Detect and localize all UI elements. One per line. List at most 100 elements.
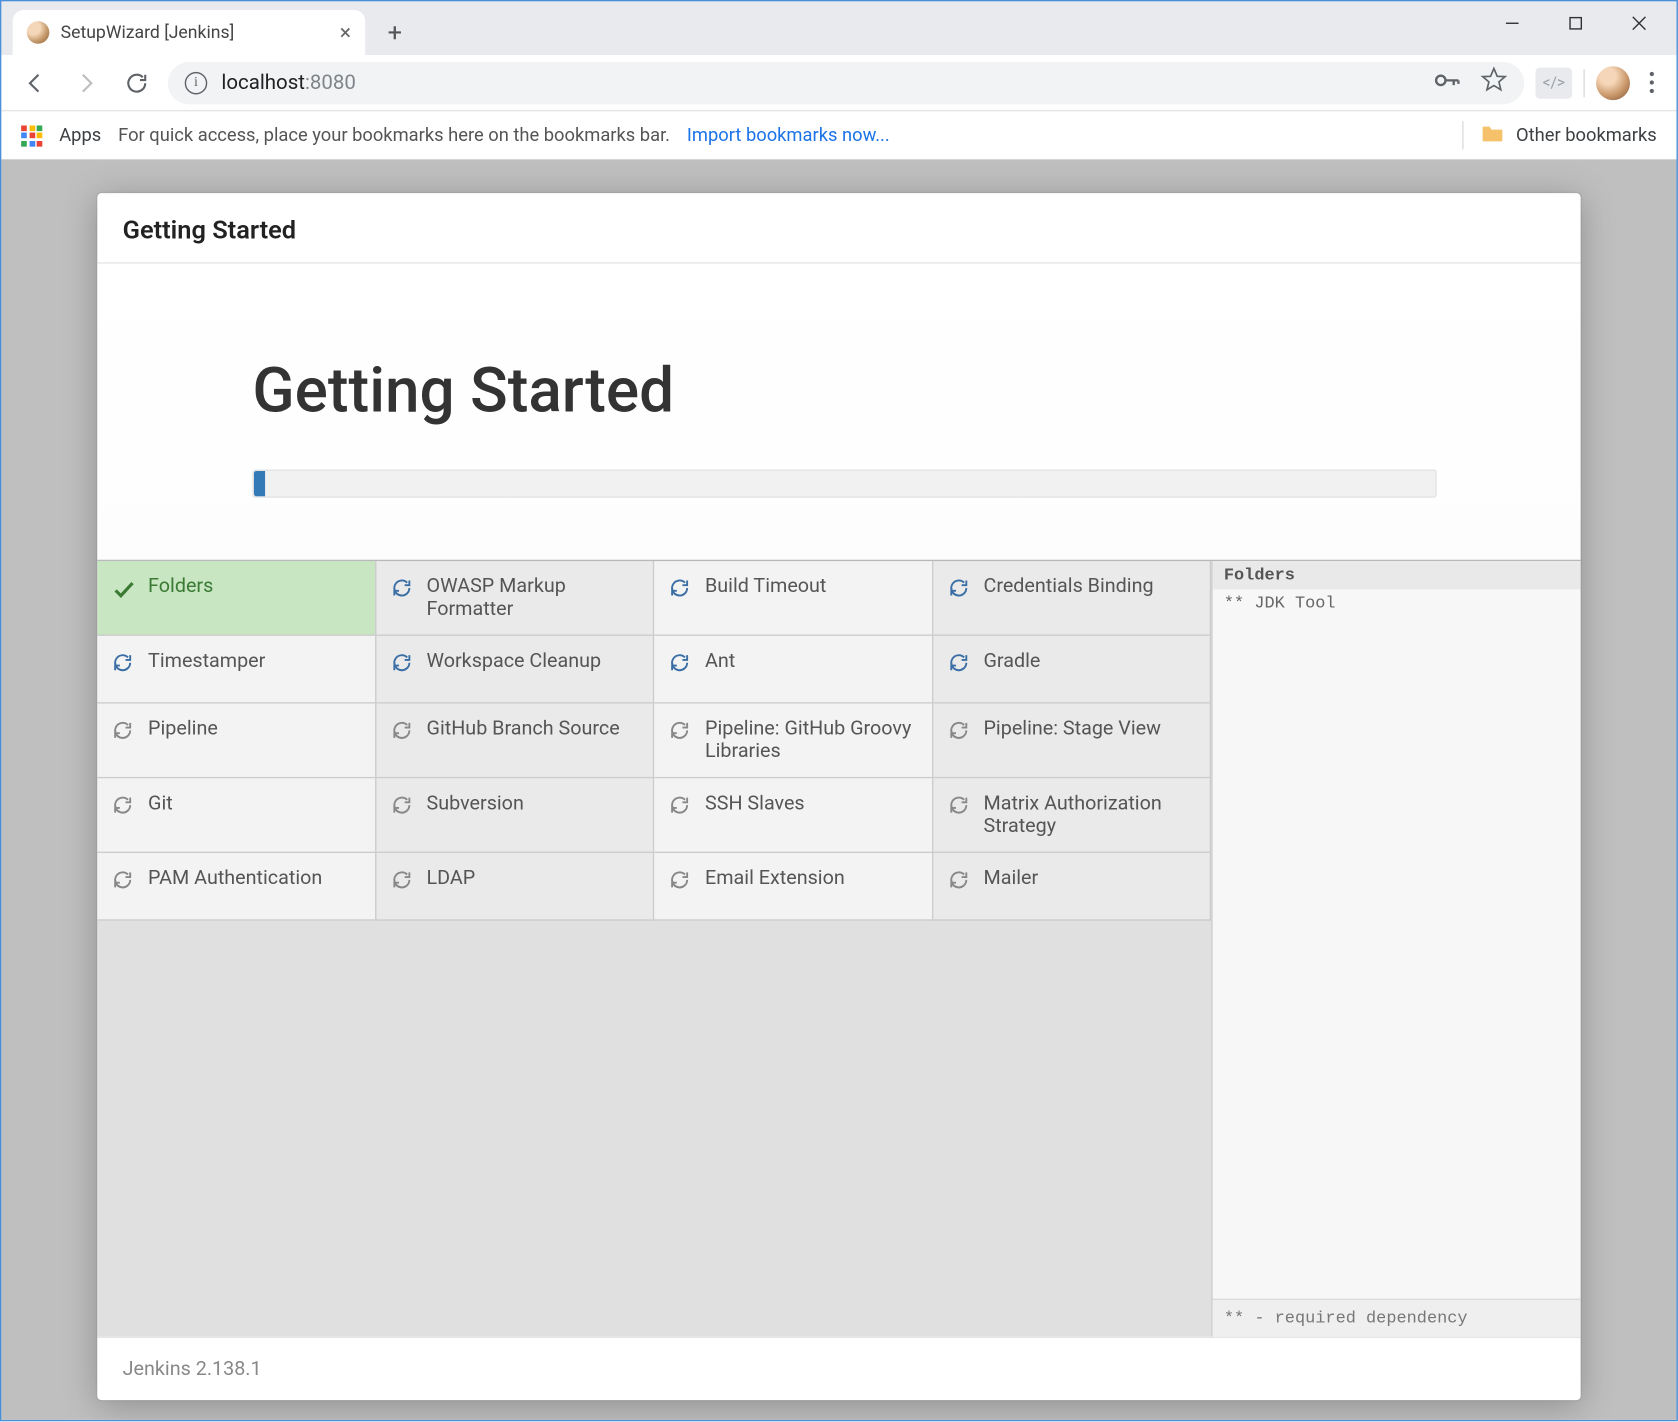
plugin-cell: Pipeline: GitHub Groovy Libraries	[654, 704, 932, 779]
log-footer: ** - required dependency	[1213, 1299, 1581, 1337]
refresh-icon	[390, 577, 415, 602]
plugin-name: Folders	[148, 575, 213, 598]
url-port: :8080	[305, 71, 356, 95]
refresh-icon	[111, 651, 136, 676]
plugin-cell: Workspace Cleanup	[376, 636, 654, 704]
wizard-title: Getting Started	[252, 354, 1425, 427]
browser-tab[interactable]: SetupWizard [Jenkins] ×	[13, 10, 366, 55]
bookmark-star-icon[interactable]	[1481, 66, 1508, 98]
plugin-name: Gradle	[983, 650, 1040, 673]
wizard-footer-version: Jenkins 2.138.1	[97, 1337, 1580, 1400]
plugin-name: Build Timeout	[705, 575, 826, 598]
folder-icon	[1481, 123, 1505, 148]
plugin-cell: Subversion	[376, 778, 654, 853]
plugin-cell: OWASP Markup Formatter	[376, 561, 654, 636]
refresh-icon	[390, 651, 415, 676]
maximize-button[interactable]	[1544, 1, 1607, 43]
refresh-icon	[390, 794, 415, 819]
plugin-cell: LDAP	[376, 853, 654, 921]
install-progress-bar	[252, 470, 1436, 498]
plugin-name: LDAP	[427, 867, 476, 890]
refresh-icon	[111, 794, 136, 819]
close-tab-icon[interactable]: ×	[340, 20, 351, 45]
refresh-icon	[947, 869, 972, 894]
devtools-extension-icon[interactable]: </>	[1535, 67, 1572, 98]
toolbar-separator	[1583, 68, 1584, 96]
plugin-cell: SSH Slaves	[654, 778, 932, 853]
bookmarks-separator	[1462, 121, 1463, 149]
refresh-icon	[947, 651, 972, 676]
jenkins-favicon	[27, 21, 50, 44]
back-button[interactable]	[16, 63, 55, 102]
address-bar-row: i localhost:8080 </>	[1, 55, 1676, 111]
plugin-cell: Timestamper	[97, 636, 375, 704]
wizard-top-panel: Getting Started	[97, 264, 1580, 560]
install-progress-fill	[254, 471, 266, 496]
plugin-name: Pipeline: GitHub Groovy Libraries	[705, 718, 917, 763]
plugin-name: GitHub Branch Source	[427, 718, 620, 741]
refresh-icon	[947, 719, 972, 744]
plugin-name: PAM Authentication	[148, 867, 322, 890]
forward-button[interactable]	[66, 63, 105, 102]
minimize-button[interactable]	[1481, 1, 1544, 43]
install-log-panel: Folders** JDK Tool ** - required depende…	[1211, 561, 1580, 1336]
new-tab-button[interactable]: +	[376, 14, 413, 51]
refresh-icon	[668, 869, 693, 894]
wizard-body: Folders OWASP Markup Formatter Build Timeo…	[97, 560, 1580, 1337]
plugin-name: Credentials Binding	[983, 575, 1153, 598]
refresh-icon	[390, 719, 415, 744]
plugin-name: Workspace Cleanup	[427, 650, 602, 673]
other-bookmarks-label[interactable]: Other bookmarks	[1516, 125, 1657, 146]
plugin-name: SSH Slaves	[705, 792, 805, 815]
plugin-name: Pipeline	[148, 718, 218, 741]
plugin-grid: Folders OWASP Markup Formatter Build Timeo…	[97, 561, 1211, 1336]
address-bar[interactable]: i localhost:8080	[168, 61, 1524, 103]
plugin-name: Pipeline: Stage View	[983, 718, 1161, 741]
import-bookmarks-link[interactable]: Import bookmarks now...	[687, 125, 890, 146]
bookmarks-bar: Apps For quick access, place your bookma…	[1, 111, 1676, 159]
plugin-name: OWASP Markup Formatter	[427, 575, 639, 620]
profile-avatar[interactable]	[1596, 66, 1630, 100]
plugin-cell: Credentials Binding	[933, 561, 1211, 636]
check-icon	[111, 577, 136, 602]
plugin-name: Matrix Authorization Strategy	[983, 792, 1195, 837]
refresh-icon	[947, 577, 972, 602]
log-line: ** JDK Tool	[1213, 589, 1581, 617]
refresh-icon	[390, 869, 415, 894]
bookmarks-hint: For quick access, place your bookmarks h…	[118, 125, 670, 146]
plugin-cell: Gradle	[933, 636, 1211, 704]
refresh-icon	[668, 794, 693, 819]
close-window-button[interactable]	[1607, 1, 1670, 43]
apps-grid-icon[interactable]	[21, 125, 42, 146]
refresh-icon	[111, 869, 136, 894]
plugin-cell: PAM Authentication	[97, 853, 375, 921]
wizard-header: Getting Started	[97, 193, 1580, 263]
url-host: localhost	[221, 71, 305, 95]
plugin-cell: Email Extension	[654, 853, 932, 921]
plugin-name: Timestamper	[148, 650, 265, 673]
log-line: Folders	[1213, 561, 1581, 589]
plugin-cell: Mailer	[933, 853, 1211, 921]
plugin-cell: Pipeline: Stage View	[933, 704, 1211, 779]
window-controls	[1481, 1, 1671, 43]
plugin-cell: Git	[97, 778, 375, 853]
refresh-icon	[111, 719, 136, 744]
password-key-icon[interactable]	[1433, 66, 1461, 100]
refresh-icon	[947, 794, 972, 819]
plugin-cell: Build Timeout	[654, 561, 932, 636]
apps-label[interactable]: Apps	[59, 125, 101, 146]
plugin-cell: Pipeline	[97, 704, 375, 779]
page-viewport: Getting Started Getting Started Folders O…	[1, 159, 1676, 1420]
plugin-cell: Folders	[97, 561, 375, 636]
site-info-icon[interactable]: i	[185, 71, 208, 94]
refresh-icon	[668, 719, 693, 744]
reload-button[interactable]	[117, 63, 156, 102]
browser-titlebar: SetupWizard [Jenkins] × +	[1, 1, 1676, 55]
plugin-cell: GitHub Branch Source	[376, 704, 654, 779]
browser-window: SetupWizard [Jenkins] × + i	[0, 0, 1678, 1421]
plugin-cell: Ant	[654, 636, 932, 704]
browser-menu-icon[interactable]	[1641, 72, 1662, 93]
plugin-name: Git	[148, 792, 173, 815]
plugin-cell: Matrix Authorization Strategy	[933, 778, 1211, 853]
plugin-name: Subversion	[427, 792, 524, 815]
